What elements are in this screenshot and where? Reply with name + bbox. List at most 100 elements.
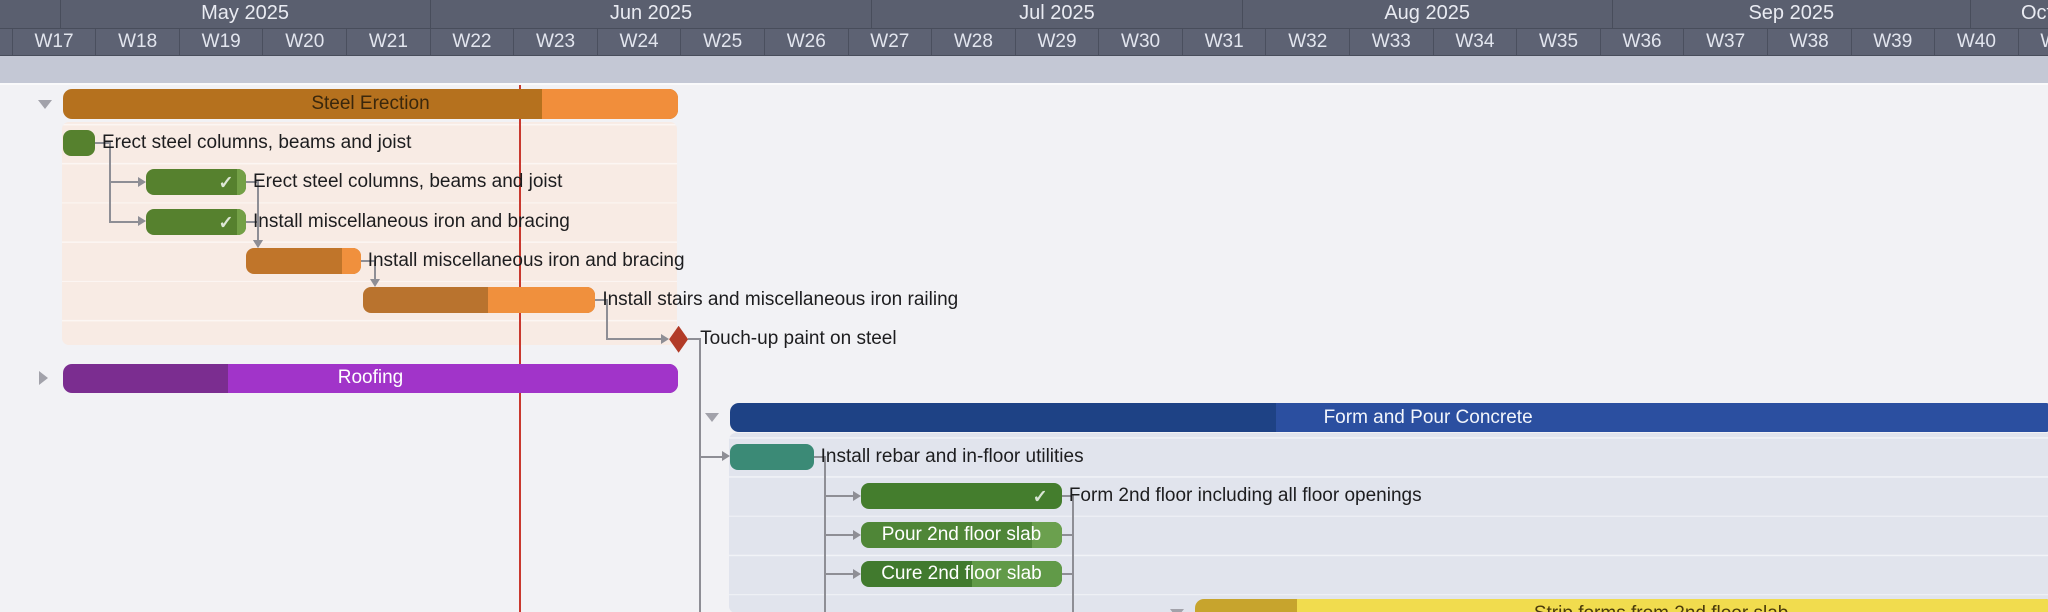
- week-cell-w40: W40: [1934, 29, 2018, 55]
- bar-title: Form and Pour Concrete: [1098, 403, 1758, 433]
- week-cell-w38: W38: [1767, 29, 1851, 55]
- task-bar-remaining-segment: [488, 287, 595, 313]
- week-cell-w32: W32: [1265, 29, 1349, 55]
- bar-title: Strip forms from 2nd floor slab: [1331, 599, 1991, 612]
- bar-title: Pour 2nd floor slab: [631, 522, 1291, 548]
- week-label: W36: [1623, 31, 1662, 53]
- week-label: W33: [1372, 31, 1411, 53]
- week-cell-w31: W31: [1182, 29, 1266, 55]
- connector-arrow-down-icon: [370, 279, 380, 287]
- week-row: W16W17W18W19W20W21W22W23W24W25W26W27W28W…: [0, 28, 2048, 57]
- month-cell: Jun 2025: [430, 0, 872, 28]
- month-cell: Jul 2025: [871, 0, 1241, 28]
- today-line: [519, 83, 521, 612]
- week-label: W23: [536, 31, 575, 53]
- week-label: W30: [1121, 31, 1160, 53]
- week-cell-w24: W24: [597, 29, 681, 55]
- bar-title: Roofing: [41, 364, 701, 394]
- timeline-header: May 2025 Jun 2025 Jul 2025 Aug 2025 Sep 2025…: [0, 0, 2048, 83]
- week-cell-w34: W34: [1433, 29, 1517, 55]
- task-label: Install miscellaneous iron and bracing: [368, 248, 685, 274]
- connector-arrow-right-icon: [138, 216, 146, 226]
- checkmark-icon: ✓: [1033, 487, 1048, 508]
- week-label: W19: [202, 31, 241, 53]
- week-label: W24: [620, 31, 659, 53]
- connector-line: [110, 181, 138, 183]
- month-label: Aug 2025: [1384, 2, 1470, 25]
- task-bar[interactable]: [63, 130, 95, 156]
- month-cell: May 2025: [60, 0, 430, 28]
- disclosure-right-icon[interactable]: [39, 371, 48, 385]
- week-label: W18: [118, 31, 157, 53]
- week-cell-w18: W18: [95, 29, 179, 55]
- bar-title: Steel Erection: [41, 89, 701, 119]
- week-label: W38: [1790, 31, 1829, 53]
- month-label: Sep 2025: [1748, 2, 1834, 25]
- week-cell-w17: W17: [12, 29, 96, 55]
- month-cell: Aug 2025: [1242, 0, 1612, 28]
- month-label: May 2025: [201, 2, 289, 25]
- week-cell-w29: W29: [1015, 29, 1099, 55]
- week-cell-w33: W33: [1349, 29, 1433, 55]
- week-label: W35: [1539, 31, 1578, 53]
- week-label: W17: [35, 31, 74, 53]
- month-label: Jul 2025: [1019, 2, 1095, 25]
- connector-line: [110, 221, 138, 223]
- week-cell-w35: W35: [1516, 29, 1600, 55]
- week-cell-w19: W19: [179, 29, 263, 55]
- week-cell-w37: W37: [1683, 29, 1767, 55]
- task-label: Touch-up paint on steel: [700, 326, 896, 352]
- month-row: May 2025 Jun 2025 Jul 2025 Aug 2025 Sep 2025…: [0, 0, 2048, 28]
- connector-arrow-right-icon: [722, 451, 730, 461]
- week-cell-w23: W23: [513, 29, 597, 55]
- week-label: W28: [954, 31, 993, 53]
- week-cell-w16: W16: [0, 29, 12, 55]
- month-label: Jun 2025: [610, 2, 692, 25]
- week-label: W21: [369, 31, 408, 53]
- week-cell-w28: W28: [931, 29, 1015, 55]
- disclosure-down-icon[interactable]: [705, 413, 719, 422]
- task-label: Erect steel columns, beams and joist: [253, 169, 562, 195]
- connector-arrow-right-icon: [661, 334, 669, 344]
- task-label: Form 2nd floor including all floor openi…: [1069, 483, 1422, 509]
- connector-line: [825, 495, 853, 497]
- task-bar[interactable]: [730, 444, 814, 470]
- task-label: Erect steel columns, beams and joist: [102, 130, 411, 156]
- week-cell-w20: W20: [262, 29, 346, 55]
- task-bar-remaining-segment: [342, 248, 361, 274]
- week-cell-w30: W30: [1098, 29, 1182, 55]
- task-label: Install stairs and miscellaneous iron ra…: [602, 287, 958, 313]
- week-label: W41: [2040, 31, 2048, 53]
- month-cell: [0, 0, 60, 28]
- month-cell: Sep 2025: [1612, 0, 1970, 28]
- task-bar[interactable]: [246, 248, 361, 274]
- task-label: Install miscellaneous iron and bracing: [253, 209, 570, 235]
- week-label: W22: [452, 31, 491, 53]
- task-bar-remaining-segment: [237, 169, 246, 195]
- task-bar[interactable]: [363, 287, 596, 313]
- week-cell-w36: W36: [1600, 29, 1684, 55]
- disclosure-down-icon[interactable]: [38, 100, 52, 109]
- connector-line: [607, 338, 661, 340]
- week-label: W39: [1873, 31, 1912, 53]
- bar-title: Cure 2nd floor slab: [631, 561, 1291, 587]
- week-label: W40: [1957, 31, 1996, 53]
- gantt-app: Steel Erection Erect steel columns, beams…: [0, 0, 2048, 612]
- connector-arrow-right-icon: [138, 177, 146, 187]
- task-bar-remaining-segment: [237, 209, 246, 235]
- connector-arrow-right-icon: [853, 491, 861, 501]
- week-cell-w41: W41: [2018, 29, 2048, 55]
- collapsed-rows-strip: [0, 56, 2048, 85]
- task-label: Install rebar and in-floor utilities: [821, 444, 1084, 470]
- week-label: W34: [1455, 31, 1494, 53]
- week-label: W37: [1706, 31, 1745, 53]
- checkmark-icon: ✓: [218, 173, 233, 194]
- month-label: Oct 2025: [2021, 2, 2048, 25]
- connector-line: [700, 456, 722, 458]
- week-label: W20: [285, 31, 324, 53]
- week-cell-w39: W39: [1851, 29, 1935, 55]
- month-cell: Oct 2025: [1970, 0, 2048, 28]
- week-cell-w27: W27: [848, 29, 932, 55]
- week-label: W29: [1037, 31, 1076, 53]
- week-label: W26: [787, 31, 826, 53]
